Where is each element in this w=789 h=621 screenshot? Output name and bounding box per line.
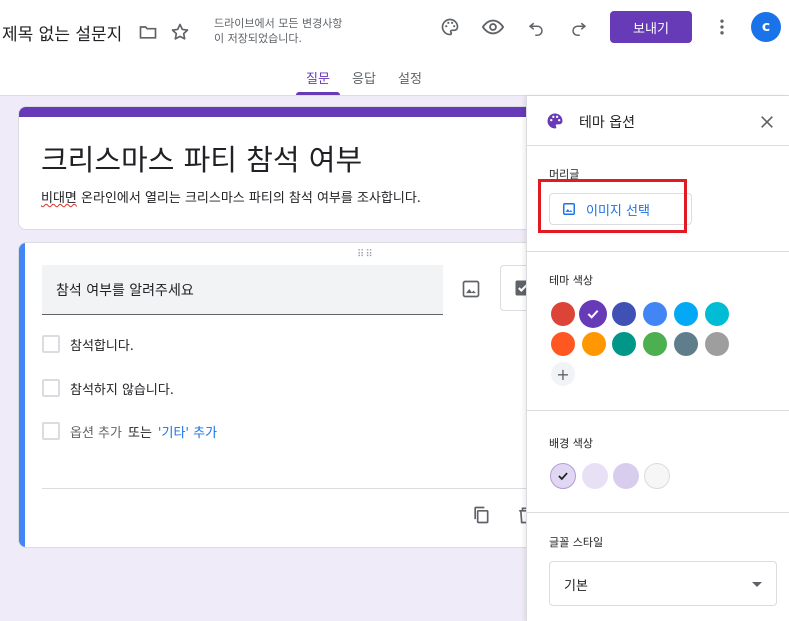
tab-settings[interactable]: 설정	[398, 68, 422, 87]
question-title-input[interactable]: 참석 여부를 알려주세요	[42, 265, 443, 315]
theme-color-swatch[interactable]	[612, 302, 636, 326]
send-button[interactable]: 보내기	[610, 11, 692, 43]
close-icon[interactable]	[753, 108, 781, 136]
option-label[interactable]: 참석합니다.	[70, 335, 134, 354]
theme-color-swatch[interactable]	[582, 332, 606, 356]
theme-color-swatch[interactable]	[551, 332, 575, 356]
dropdown-arrow-icon	[752, 582, 762, 587]
drag-handle-icon[interactable]: ⠿⠿	[357, 249, 374, 260]
option-checkbox	[42, 379, 60, 397]
palette-icon[interactable]	[434, 11, 466, 43]
save-status: 드라이브에서 모든 변경사항 이 저장되었습니다.	[214, 16, 364, 46]
theme-color-swatch-selected[interactable]	[579, 300, 607, 328]
background-color-section: 배경 색상	[527, 411, 789, 513]
background-color-swatch[interactable]	[613, 463, 639, 489]
save-status-line1: 드라이브에서 모든 변경사항	[214, 17, 343, 30]
question-card[interactable]: ⠿⠿ 참석 여부를 알려주세요 참석합니다. 참석하지 않습니다. 옵션 추가 …	[18, 242, 538, 548]
star-icon[interactable]	[164, 16, 196, 48]
title-card-accent	[19, 107, 537, 117]
check-icon	[587, 309, 599, 319]
theme-color-swatch[interactable]	[674, 332, 698, 356]
option-checkbox	[42, 335, 60, 353]
theme-color-swatch[interactable]	[643, 302, 667, 326]
add-other-link[interactable]: '기타' 추가	[158, 422, 217, 441]
theme-color-swatch[interactable]	[551, 302, 575, 326]
description-text: 온라인에서 열리는 크리스마스 파티의 참석 여부를 조사합니다.	[76, 191, 421, 206]
background-color-label: 배경 색상	[549, 437, 593, 450]
font-style-label: 글꼴 스타일	[549, 536, 604, 549]
document-title[interactable]: 제목 없는 설문지	[2, 20, 122, 45]
undo-icon[interactable]	[520, 11, 552, 43]
duplicate-icon[interactable]	[467, 501, 495, 529]
active-tab-indicator	[296, 92, 340, 95]
avatar[interactable]: c	[751, 12, 781, 42]
background-color-swatch[interactable]	[582, 463, 608, 489]
app-header: 제목 없는 설문지 드라이브에서 모든 변경사항 이 저장되었습니다. 보내기 …	[0, 0, 789, 96]
font-style-select[interactable]: 기본	[549, 561, 777, 606]
preview-eye-icon[interactable]	[477, 11, 509, 43]
option-label[interactable]: 참석하지 않습니다.	[70, 379, 174, 398]
form-tabs: 질문 응답 설정	[0, 68, 789, 96]
option-row[interactable]: 참석합니다.	[42, 334, 134, 354]
folder-icon[interactable]	[132, 16, 164, 48]
theme-color-swatch[interactable]	[643, 332, 667, 356]
tab-questions[interactable]: 질문	[306, 68, 330, 87]
check-icon	[558, 472, 568, 481]
theme-color-swatch[interactable]	[705, 332, 729, 356]
theme-panel-header: 테마 옵션	[527, 96, 789, 146]
save-status-line2: 이 저장되었습니다.	[214, 32, 302, 45]
add-option-row: 옵션 추가 또는 '기타' 추가	[42, 421, 217, 441]
background-color-swatch[interactable]	[644, 463, 670, 489]
question-footer-divider	[42, 488, 537, 489]
form-description[interactable]: 비대면 온라인에서 열리는 크리스마스 파티의 참석 여부를 조사합니다.	[41, 187, 421, 206]
palette-icon	[547, 113, 563, 129]
highlight-box	[538, 179, 687, 233]
theme-color-label: 테마 색상	[549, 274, 593, 287]
add-or-text: 또는	[127, 425, 152, 441]
more-vert-icon[interactable]	[706, 11, 738, 43]
font-style-value: 기본	[564, 579, 588, 594]
option-checkbox	[42, 422, 60, 440]
theme-options-panel: 테마 옵션 머리글 이미지 선택 테마 색상 + 배경 색상 글꼴 스타일 기본	[526, 96, 789, 621]
theme-color-swatch[interactable]	[705, 302, 729, 326]
add-custom-color-icon[interactable]: +	[551, 362, 575, 386]
theme-color-section: 테마 색상 +	[527, 252, 789, 411]
add-option-link[interactable]: 옵션 추가	[70, 422, 122, 441]
form-title[interactable]: 크리스마스 파티 참석 여부	[41, 137, 362, 179]
redo-icon[interactable]	[563, 11, 595, 43]
theme-panel-title: 테마 옵션	[579, 115, 635, 131]
active-card-indicator	[19, 243, 25, 547]
misspelled-word: 비대면	[41, 191, 77, 206]
add-image-icon[interactable]	[455, 273, 487, 305]
form-title-card[interactable]: 크리스마스 파티 참석 여부 비대면 온라인에서 열리는 크리스마스 파티의 참…	[18, 106, 538, 230]
background-color-swatch-selected[interactable]	[550, 463, 576, 489]
tab-responses[interactable]: 응답	[352, 68, 376, 87]
theme-color-swatch[interactable]	[612, 332, 636, 356]
theme-color-swatch[interactable]	[674, 302, 698, 326]
option-row[interactable]: 참석하지 않습니다.	[42, 378, 174, 398]
